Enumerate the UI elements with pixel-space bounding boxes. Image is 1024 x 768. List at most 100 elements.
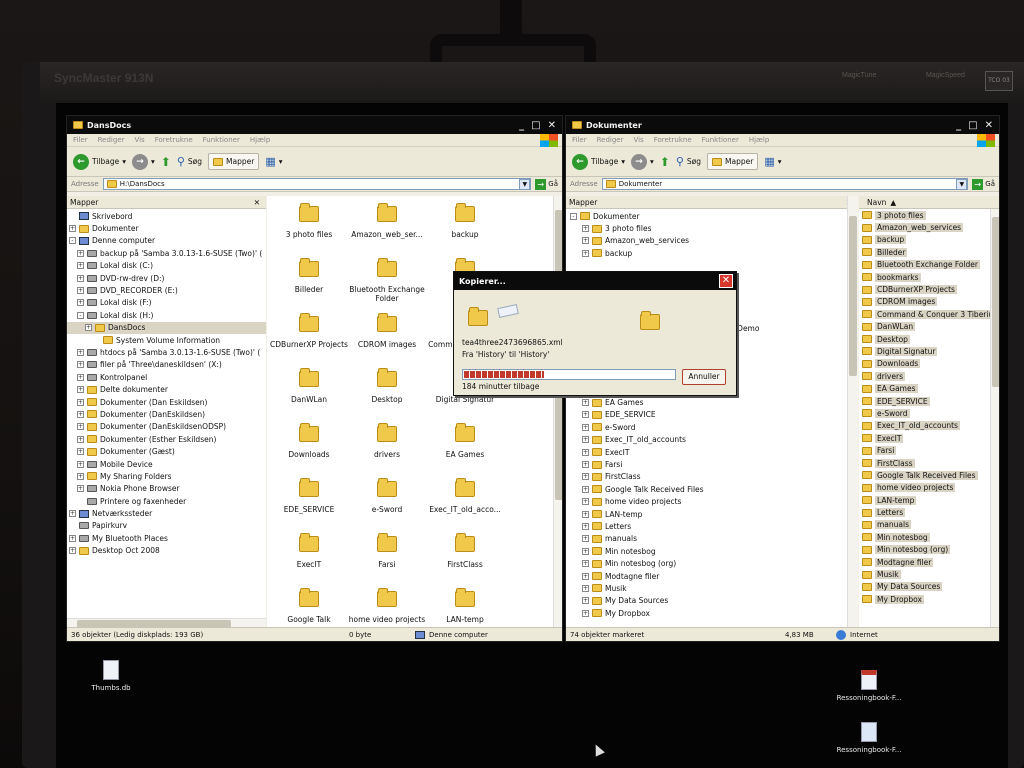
tree-item[interactable]: + Letters <box>566 520 846 532</box>
expand-toggle-icon[interactable]: + <box>69 510 76 518</box>
expand-toggle-icon[interactable]: + <box>582 473 589 481</box>
views-button[interactable]: ▦ ▾ <box>764 155 781 168</box>
menu-hjaelp[interactable]: Hjælp <box>749 136 769 144</box>
expand-toggle-icon[interactable]: + <box>582 522 589 530</box>
desktop-icon-thumbs[interactable]: Thumbs.db <box>66 660 156 692</box>
expand-toggle-icon[interactable]: + <box>69 547 76 555</box>
tree-item[interactable]: + Dokumenter (Gæst) <box>67 445 266 457</box>
expand-toggle-icon[interactable]: + <box>77 348 84 356</box>
list-item[interactable]: Bluetooth Exchange Folder <box>859 259 999 271</box>
tree-item[interactable]: System Volume Information <box>67 334 266 346</box>
folder-item[interactable]: Amazon_web_ser... <box>347 203 427 239</box>
folder-item[interactable]: 3 photo files <box>269 203 349 239</box>
minimize-button[interactable]: _ <box>956 120 961 131</box>
menu-filer[interactable]: Filer <box>572 136 587 144</box>
tree-item[interactable]: + Google Talk Received Files <box>566 483 846 495</box>
expand-toggle-icon[interactable]: + <box>582 535 589 543</box>
folder-item[interactable]: Exec_IT_old_acco... <box>425 478 505 514</box>
list-item[interactable]: home video projects <box>859 482 999 494</box>
tree-item[interactable]: + Lokal disk (F:) <box>67 297 266 309</box>
folder-item[interactable]: FirstClass <box>425 533 505 569</box>
name-column-header[interactable]: Navn ▲ <box>859 196 999 209</box>
go-button[interactable]: → Gå <box>972 178 999 190</box>
expand-toggle-icon[interactable]: + <box>582 225 589 233</box>
menu-rediger[interactable]: Rediger <box>98 136 125 144</box>
expand-toggle-icon[interactable]: + <box>77 485 84 493</box>
folder-item[interactable]: Bluetooth Exchange Folder <box>347 258 427 303</box>
folder-item[interactable]: backup <box>425 203 505 239</box>
folder-item[interactable]: Google Talk <box>269 588 349 624</box>
expand-toggle-icon[interactable]: + <box>85 324 92 332</box>
expand-toggle-icon[interactable]: + <box>582 423 589 431</box>
list-item[interactable]: Exec_IT_old_accounts <box>859 420 999 432</box>
search-button[interactable]: ⚲ Søg <box>177 155 202 168</box>
list-item[interactable]: DanWLan <box>859 321 999 333</box>
minimize-button[interactable]: _ <box>519 120 524 131</box>
list-item[interactable]: backup <box>859 234 999 246</box>
expand-toggle-icon[interactable]: + <box>582 498 589 506</box>
expand-toggle-icon[interactable]: + <box>69 225 76 233</box>
menu-vis[interactable]: Vis <box>134 136 144 144</box>
expand-toggle-icon[interactable]: + <box>77 262 84 270</box>
tree-item[interactable]: + Amazon_web_services <box>566 235 858 247</box>
tree-item[interactable]: + My Bluetooth Places <box>67 532 266 544</box>
list-item[interactable]: My Dropbox <box>859 593 999 605</box>
tree-item[interactable]: + manuals <box>566 533 846 545</box>
menu-foretrukne[interactable]: Foretrukne <box>155 136 193 144</box>
folder-item[interactable]: Downloads <box>269 423 349 459</box>
folder-item[interactable]: Desktop <box>347 368 427 404</box>
folder-item[interactable]: home video projects <box>347 588 427 624</box>
tree-item[interactable]: + backup på 'Samba 3.0.13-1.6-SUSE (Two)'… <box>67 247 266 259</box>
tree-item[interactable]: + filer på 'Three\daneskildsen' (X:) <box>67 359 266 371</box>
back-button[interactable]: ← Tilbage ▾ <box>572 153 625 170</box>
tree-item[interactable]: + Dokumenter (Esther Eskildsen) <box>67 433 266 445</box>
expand-toggle-icon[interactable]: + <box>582 560 589 568</box>
expand-toggle-icon[interactable]: + <box>77 249 84 257</box>
close-button[interactable]: ✕ <box>548 120 556 131</box>
tree-item[interactable]: Printere og faxenheder <box>67 495 266 507</box>
tree-item[interactable]: + Min notesbog <box>566 545 846 557</box>
tree-item[interactable]: Skrivebord <box>67 210 266 222</box>
expand-toggle-icon[interactable]: + <box>582 436 589 444</box>
folder-item[interactable]: Billeder <box>269 258 349 294</box>
menu-vis[interactable]: Vis <box>633 136 643 144</box>
tree-item[interactable]: + Dokumenter <box>67 222 266 234</box>
expand-toggle-icon[interactable]: + <box>77 435 84 443</box>
search-button[interactable]: ⚲ Søg <box>676 155 701 168</box>
expand-toggle-icon[interactable]: + <box>69 534 76 542</box>
expand-toggle-icon[interactable]: + <box>582 448 589 456</box>
tree-item[interactable]: + Dokumenter (Dan Eskildsen) <box>67 396 266 408</box>
list-item[interactable]: Command & Conquer 3 Tiberiun <box>859 308 999 320</box>
list-item[interactable]: Digital Signatur <box>859 345 999 357</box>
window-titlebar[interactable]: Dokumenter _ □ ✕ <box>566 116 999 134</box>
expand-toggle-icon[interactable]: + <box>582 547 589 555</box>
expand-toggle-icon[interactable]: + <box>77 274 84 282</box>
menu-foretrukne[interactable]: Foretrukne <box>654 136 692 144</box>
menu-funktioner[interactable]: Funktioner <box>203 136 240 144</box>
list-item[interactable]: CDROM images <box>859 296 999 308</box>
expand-toggle-icon[interactable]: + <box>77 460 84 468</box>
expand-toggle-icon[interactable]: + <box>582 237 589 245</box>
expand-toggle-icon[interactable]: + <box>77 398 84 406</box>
folder-item[interactable]: CDROM images <box>347 313 427 349</box>
tree-item[interactable]: + Musik <box>566 582 846 594</box>
tree-scrollbar[interactable] <box>847 196 858 629</box>
tree-item[interactable]: + EDE_SERVICE <box>566 409 846 421</box>
tree-item[interactable]: + Dokumenter (DanEskildsenODSP) <box>67 421 266 433</box>
dialog-close-button[interactable]: ✕ <box>719 274 733 288</box>
list-item[interactable]: bookmarks <box>859 271 999 283</box>
window-titlebar[interactable]: DansDocs _ □ ✕ <box>67 116 562 134</box>
expand-toggle-icon[interactable]: + <box>77 299 84 307</box>
cancel-button[interactable]: Annuller <box>682 369 726 385</box>
tree-item[interactable]: - Lokal disk (H:) <box>67 309 266 321</box>
tree-item[interactable]: + My Data Sources <box>566 595 846 607</box>
up-folder-button[interactable]: ⬆ <box>161 155 171 169</box>
expand-toggle-icon[interactable]: + <box>77 472 84 480</box>
tree-item[interactable]: + DVD-rw-drev (D:) <box>67 272 266 284</box>
list-item[interactable]: Letters <box>859 506 999 518</box>
expand-toggle-icon[interactable]: + <box>582 597 589 605</box>
close-button[interactable]: ✕ <box>985 120 993 131</box>
address-dropdown-icon[interactable]: ▼ <box>519 178 531 190</box>
tree-item[interactable]: + My Sharing Folders <box>67 470 266 482</box>
list-item[interactable]: ExecIT <box>859 432 999 444</box>
